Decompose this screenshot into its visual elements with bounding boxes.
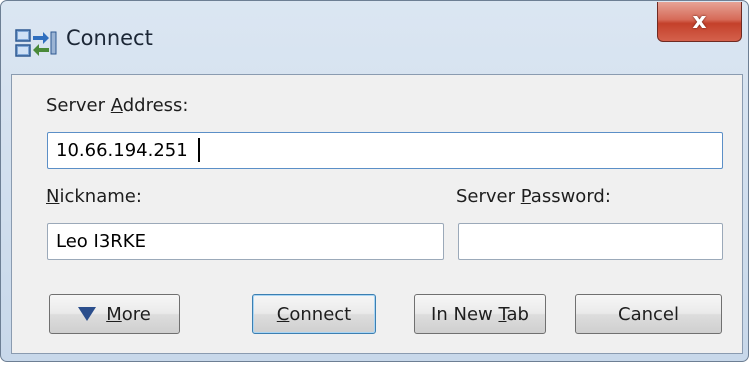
close-icon: x [692,9,707,34]
text-caret [198,138,200,162]
in-new-tab-button[interactable]: In New Tab [414,294,546,334]
dialog-body: Server Address: Nickname: Server Passwor… [11,74,743,354]
title-bar[interactable]: Connect x [1,1,748,74]
more-button[interactable]: More [49,294,180,334]
connect-dialog: Connect x Server Address: Nickname: Serv… [0,0,749,362]
connect-dialog-icon [15,29,57,57]
cancel-button[interactable]: Cancel [575,294,722,334]
window-title: Connect [66,26,153,50]
connect-button[interactable]: Connect [252,294,376,334]
server-password-input[interactable] [458,223,723,260]
nickname-input[interactable] [47,223,444,260]
triangle-down-icon [78,307,97,321]
server-address-label: Server Address: [46,95,189,116]
close-button[interactable]: x [657,2,742,42]
server-password-label: Server Password: [456,186,611,207]
server-address-input[interactable] [47,132,723,169]
nickname-label: Nickname: [46,186,142,207]
